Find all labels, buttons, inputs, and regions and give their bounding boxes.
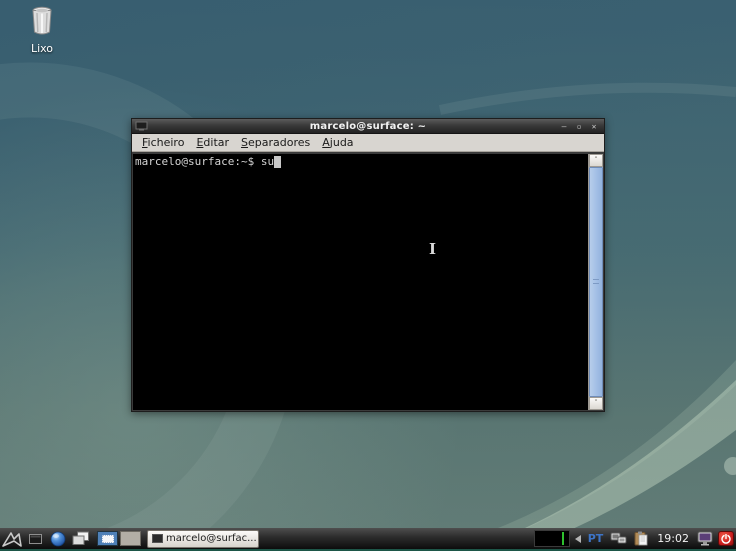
task-button-terminal[interactable]: marcelo@surfac... <box>147 529 259 548</box>
network-status-button[interactable] <box>608 530 628 548</box>
desktop: Lixo marcelo@surface: ~ – ▫ ✕ Ficheiro E… <box>0 0 736 551</box>
tray-collapse-arrow-icon[interactable] <box>574 534 581 543</box>
maximize-button[interactable]: ▫ <box>574 122 584 131</box>
menu-separadores-accel: S <box>241 136 249 149</box>
workspace-window-thumb <box>102 535 114 543</box>
cpu-monitor[interactable] <box>533 530 570 547</box>
close-button[interactable]: ✕ <box>589 122 599 131</box>
power-icon <box>721 533 731 544</box>
show-desktop-button[interactable] <box>25 530 45 548</box>
terminal-output[interactable]: marcelo@surface:~$ su I ˄ ˅ <box>133 154 603 410</box>
menu-ajuda-accel: A <box>322 136 330 149</box>
network-monitors-icon <box>610 532 627 544</box>
menu-ajuda[interactable]: Ajuda <box>316 135 359 150</box>
scrollbar-down-icon[interactable]: ˅ <box>589 397 603 410</box>
scrollbar[interactable]: ˄ ˅ <box>588 154 603 410</box>
lxde-logo-icon <box>2 531 22 547</box>
launcher-file-manager-button[interactable] <box>71 530 91 548</box>
workspace-2[interactable] <box>120 531 141 546</box>
task-button-label: marcelo@surfac... <box>166 533 257 544</box>
task-window-icon <box>152 534 163 543</box>
window-titlebar[interactable]: marcelo@surface: ~ – ▫ ✕ <box>132 119 604 134</box>
menu-separadores-rest: eparadores <box>248 136 311 149</box>
menu-ficheiro-rest: icheiro <box>147 136 185 149</box>
prompt-text: marcelo@surface:~$ su <box>135 155 275 168</box>
cpu-usage-line <box>561 532 564 545</box>
menu-ajuda-rest: juda <box>329 136 354 149</box>
prompt-line: marcelo@surface:~$ su <box>133 154 603 168</box>
window-title: marcelo@surface: ~ <box>309 120 427 132</box>
display-settings-button[interactable] <box>695 530 715 548</box>
terminal-window: marcelo@surface: ~ – ▫ ✕ Ficheiro Editar… <box>131 118 605 412</box>
keyboard-layout-indicator[interactable]: PT <box>588 532 604 545</box>
menu-editar[interactable]: Editar <box>190 135 235 150</box>
clipboard-manager-button[interactable] <box>631 530 651 548</box>
menu-ficheiro[interactable]: Ficheiro <box>136 135 190 150</box>
clipboard-icon <box>634 531 648 546</box>
windows-stack-icon <box>72 531 89 545</box>
applications-menu-button[interactable] <box>2 530 22 548</box>
launcher-globe-button[interactable] <box>48 530 68 548</box>
minimize-button[interactable]: – <box>559 122 569 131</box>
menu-separadores[interactable]: Separadores <box>235 135 316 150</box>
workspace-1[interactable] <box>97 531 118 546</box>
show-desktop-icon <box>28 533 42 544</box>
blue-globe-icon <box>50 531 66 546</box>
monitor-icon <box>697 531 713 546</box>
trash-can-icon <box>32 6 52 35</box>
trash-icon[interactable]: Lixo <box>18 6 66 55</box>
shutdown-button[interactable] <box>718 531 734 546</box>
clock[interactable]: 19:02 <box>657 532 689 545</box>
terminal-cursor <box>274 155 282 168</box>
menu-bar: Ficheiro Editar Separadores Ajuda <box>132 134 604 152</box>
menu-editar-rest: ditar <box>203 136 230 149</box>
scrollbar-grip <box>593 279 599 284</box>
scrollbar-thumb[interactable] <box>589 167 603 397</box>
trash-label: Lixo <box>30 42 54 55</box>
taskbar: marcelo@surfac... PT 19:02 <box>0 528 736 549</box>
scrollbar-up-icon[interactable]: ˄ <box>589 154 603 167</box>
mouse-cursor-ibeam: I <box>429 240 437 258</box>
workspace-pager <box>97 531 141 546</box>
